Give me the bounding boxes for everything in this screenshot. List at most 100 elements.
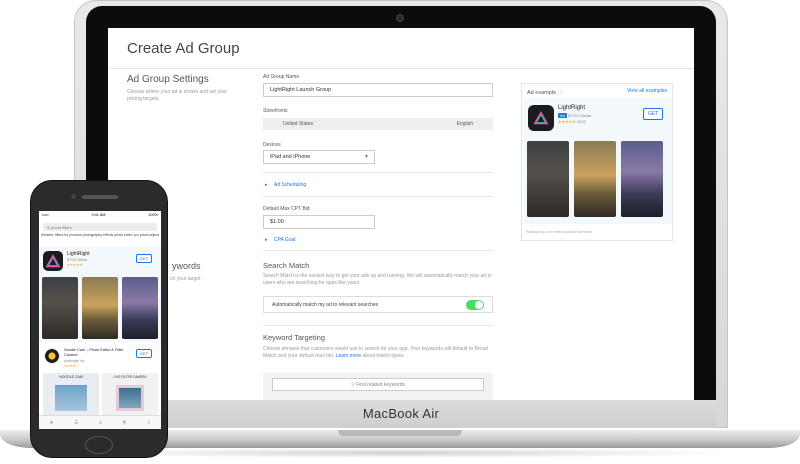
result-photo [55,385,87,411]
keyword-search-input[interactable]: ⚲ Find related keywords [272,378,484,391]
keywords-heading-fragment: ywords [172,261,201,271]
ad-example-title: Ad example [527,90,557,96]
result-developer: photostyle Inc [64,359,85,363]
result-screenshot: NOODLE CAM [43,373,99,415]
ad-group-settings-description: Choose where your ad is shown and set yo… [127,89,228,102]
section-divider [263,250,493,251]
ad-badge: Ad [558,113,567,118]
app-screenshot [621,141,663,217]
app-icon [528,105,554,131]
webcam-icon [396,14,404,22]
app-icon [43,251,63,271]
keywords-desc-fragment: ch your target [170,276,201,282]
tab-charts[interactable]: ☰ [74,420,78,426]
devices-label: Devices [263,142,281,148]
result-app-name: Noodle Cam – Photo Editor & Filter Camer… [64,348,124,357]
storefront-row[interactable]: United States English [263,118,493,130]
chevron-right-icon: ▸ [265,237,268,243]
phone: ••••• 9:41 AM 100% ⚲ photo filters Relat… [30,180,168,458]
ad-rating: ★★★★★ 2002 [558,119,586,124]
home-button[interactable] [85,436,113,454]
status-carrier: ••••• [42,213,49,217]
get-button[interactable]: GET [136,254,153,263]
phone-ad: LightRight BTGD Media ★★★★★ GET [39,247,161,342]
default-bid-input[interactable]: $1.00 [263,215,375,229]
triangle-logo-icon [533,111,549,125]
search-match-toggle-row: Automatically match my ad to relevant se… [263,296,493,313]
default-bid-label: Default Max CPT Bid [263,206,310,212]
search-icon: ⚲ [47,225,50,230]
laptop-screen: Create Ad Group Ad Group Settings Choose… [108,28,694,400]
section-divider [263,172,493,173]
view-all-examples-link[interactable]: View all examples [627,88,667,94]
chevron-down-icon: ▼ [364,154,369,160]
app-screenshot [574,141,616,217]
ad-rating-stars: ★★★★★ [558,119,576,124]
result-caption: LIVE FILTER CAMERA [113,375,147,379]
phone-search-bar[interactable]: ⚲ photo filters [43,223,157,231]
info-icon: ⓘ [557,90,564,96]
triangle-logo-icon [45,254,61,268]
devices-select[interactable]: iPad and iPhone ▼ [263,150,375,164]
phone-ad-developer: BTGD Media [67,258,88,262]
devices-value: iPad and iPhone [270,154,311,160]
app-screenshot [527,141,569,217]
ad-scheduling-label: Ad Scheduling [273,182,307,188]
result-brand: NOODLE CAM [59,375,83,379]
result-screenshot: LIVE FILTER CAMERA [102,373,158,415]
storefronts-label: Storefronts [263,108,288,114]
tab-explore[interactable]: ◕ [99,420,102,426]
storefront-country: United States [283,121,314,127]
keyword-targeting-title: Keyword Targeting [263,333,325,342]
ad-rating-count: 2002 [577,119,586,124]
get-button[interactable]: GET [643,108,664,120]
noodle-cam-icon [44,348,60,364]
ad-example-header: Ad example ⓘ View all examples [522,84,672,98]
title-divider [108,68,694,69]
tab-featured[interactable]: ★ [49,420,53,426]
related-searches[interactable]: Related: filters for pictures photograph… [41,233,159,237]
tab-updates[interactable]: ⇩ [147,420,151,426]
phone-ad-rating: ★★★★★ [67,263,83,267]
ad-example-footer: Ratings do not reflect actual numbers [526,229,593,234]
chevron-right-icon: ▸ [265,182,268,188]
search-match-description: Search Match is the easiest way to get y… [263,273,492,286]
cpa-goal-label: CPA Goal [273,237,296,243]
ad-developer: BTGD Media [568,113,592,118]
tab-search[interactable]: ⚲ [122,420,126,426]
keyword-targeting-description: Choose phrases that customers would use … [263,346,495,360]
search-match-toggle-label: Automatically match my ad to relevant se… [272,302,379,308]
brand-label: MacBook Air [362,406,440,421]
page-title: Create Ad Group [127,40,240,57]
keyword-search-placeholder: Find related keywords [356,382,405,388]
get-button[interactable]: GET [136,349,153,358]
status-bar: ••••• 9:41 AM 100% [39,211,161,219]
section-divider [263,196,493,197]
laptop-notch [338,430,462,436]
ad-group-name-input[interactable]: LightRight Launch Group [263,83,493,97]
phone-ad-app-name: LightRight [67,251,90,257]
storefront-language: English [456,121,473,127]
search-icon: ⚲ [351,382,355,388]
phone-screen: ••••• 9:41 AM 100% ⚲ photo filters Relat… [39,211,161,429]
learn-more-link[interactable]: Learn more [336,353,362,359]
ad-group-name-label: Ad Group Name [263,74,300,80]
result-rating: ★★★★☆ [64,364,79,368]
laptop-chin: MacBook Air [86,400,716,428]
search-match-title: Search Match [263,261,310,270]
result-photo [116,385,144,411]
phone-tab-bar: ★ ☰ ◕ ⚲ ⇩ [39,415,161,429]
ad-scheduling-link[interactable]: ▸ Ad Scheduling [265,182,306,188]
speaker-grille [82,195,118,199]
status-time: 9:41 AM [91,213,106,217]
ad-group-settings-title: Ad Group Settings [127,74,209,85]
app-screenshot [122,277,158,339]
cpa-goal-link[interactable]: ▸ CPA Goal [265,237,296,243]
keyword-desc-suffix: about match types. [361,353,405,359]
ad-app-name: LightRight [558,105,586,111]
search-result[interactable]: Noodle Cam – Photo Editor & Filter Camer… [39,345,161,415]
app-screenshot [42,277,78,339]
search-match-toggle[interactable] [466,300,484,310]
status-battery: 100% [148,213,158,217]
ad-example-card: Ad example ⓘ View all examples LightRigh… [521,83,673,241]
